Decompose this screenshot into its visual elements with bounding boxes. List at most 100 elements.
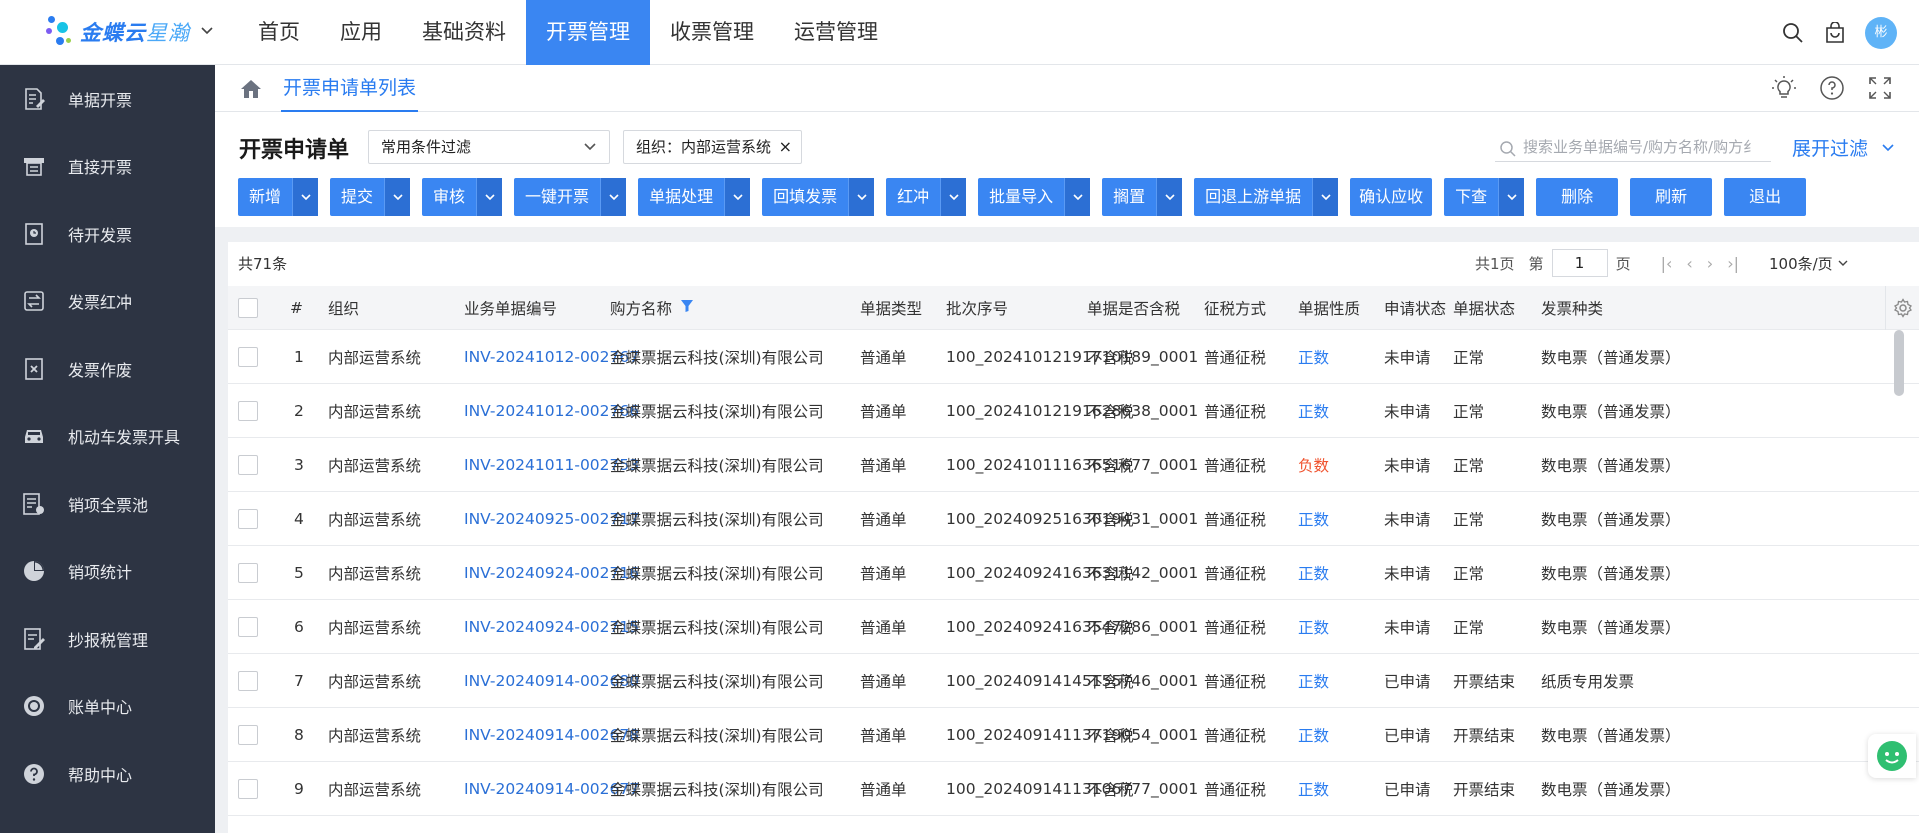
column-header[interactable]: 发票种类 (1541, 286, 1603, 329)
sidebar-item-10[interactable]: 帮助中心 (0, 740, 215, 808)
page-size-select[interactable]: 100条/页 (1769, 253, 1849, 274)
sidebar-item-0[interactable]: 单据开票 (0, 65, 215, 133)
brand-logo[interactable]: 金蝶云星瀚 (44, 10, 214, 54)
cell-tax-mode: 普通征税 (1204, 672, 1267, 691)
table-row[interactable]: 8 内部运营系统 INV-20240914-002678 金蝶票据云科技(深圳)有限公… (228, 708, 1919, 762)
sidebar-item-3[interactable]: 发票红冲 (0, 268, 215, 336)
filter-icon[interactable] (680, 299, 694, 317)
column-header[interactable]: 购方名称 (610, 286, 694, 329)
sidebar-item-6[interactable]: 销项全票池 (0, 470, 215, 538)
table-scrollbar[interactable] (1894, 330, 1904, 396)
nav-item-1[interactable]: 应用 (320, 0, 402, 65)
prev-page-icon[interactable]: ‹ (1686, 254, 1692, 273)
sidebar-item-1[interactable]: 直接开票 (0, 133, 215, 201)
toolbar-button-5[interactable]: 回填发票 (762, 178, 875, 216)
chevron-down-icon[interactable] (724, 178, 751, 216)
chevron-down-icon[interactable] (600, 178, 627, 216)
column-header[interactable]: 单据性质 (1298, 286, 1360, 329)
nav-item-4[interactable]: 收票管理 (650, 0, 774, 65)
lightbulb-icon[interactable] (1771, 75, 1797, 105)
next-page-icon[interactable]: › (1707, 254, 1713, 273)
sidebar-item-5[interactable]: 机动车发票开具 (0, 403, 215, 471)
search-icon[interactable] (1781, 21, 1805, 45)
close-icon[interactable]: × (779, 131, 792, 163)
sidebar-item-2[interactable]: 待开发票 (0, 200, 215, 268)
nav-item-0[interactable]: 首页 (238, 0, 320, 65)
first-page-icon[interactable]: |‹ (1661, 254, 1673, 273)
column-header[interactable]: 单据状态 (1453, 286, 1515, 329)
toolbar-button-1[interactable]: 提交 (330, 178, 411, 216)
column-header[interactable]: 单据是否含税 (1087, 286, 1180, 329)
toolbar-plain-button-0[interactable]: 删除 (1536, 178, 1619, 216)
help-circle-icon[interactable] (1819, 75, 1845, 105)
column-header[interactable]: 征税方式 (1204, 286, 1266, 329)
chevron-down-icon[interactable] (940, 178, 967, 216)
toolbar-button-0[interactable]: 新增 (238, 178, 319, 216)
chevron-down-icon[interactable] (384, 178, 411, 216)
toolbar-confirm-button[interactable]: 确认应收 (1350, 178, 1433, 216)
chevron-down-icon[interactable] (476, 178, 503, 216)
row-checkbox[interactable] (238, 454, 258, 475)
chevron-down-icon[interactable] (1312, 178, 1339, 216)
shopping-bag-icon[interactable] (1823, 21, 1847, 45)
table-row[interactable]: 9 内部运营系统 INV-20240914-002677 金蝶票据云科技(深圳)有限公… (228, 762, 1919, 816)
row-checkbox[interactable] (238, 616, 258, 637)
row-checkbox[interactable] (238, 346, 258, 367)
cell-buyer: 金蝶票据云科技(深圳)有限公司 (610, 456, 824, 475)
nav-item-5[interactable]: 运营管理 (774, 0, 898, 65)
settings-gear-icon[interactable] (1885, 286, 1919, 330)
chevron-down-icon[interactable] (292, 178, 319, 216)
column-header[interactable]: 单据类型 (860, 286, 922, 329)
nav-item-3[interactable]: 开票管理 (526, 0, 650, 65)
toolbar-drilldown-button[interactable]: 下查 (1444, 178, 1525, 216)
row-checkbox[interactable] (238, 508, 258, 529)
row-checkbox[interactable] (238, 778, 258, 799)
nav-item-2[interactable]: 基础资料 (402, 0, 526, 65)
common-filter-select[interactable]: 常用条件过滤 (368, 130, 610, 164)
chevron-down-icon[interactable] (848, 178, 875, 216)
column-header[interactable]: 业务单据编号 (464, 286, 557, 329)
toolbar-button-3[interactable]: 一键开票 (514, 178, 627, 216)
table-row[interactable]: 7 内部运营系统 INV-20240914-002680 金蝶票据云科技(深圳)有限公… (228, 654, 1919, 708)
chat-assistant-icon[interactable] (1868, 734, 1916, 778)
sidebar-item-9[interactable]: 账单中心 (0, 673, 215, 741)
chevron-down-icon[interactable] (1498, 178, 1525, 216)
search-input[interactable]: 搜索业务单据编号/购方名称/购方纟 (1495, 132, 1771, 162)
table-row[interactable]: 1 内部运营系统 INV-20241012-002767 金蝶票据云科技(深圳)有限公… (228, 330, 1919, 384)
chevron-down-icon[interactable] (200, 23, 214, 41)
row-checkbox[interactable] (238, 670, 258, 691)
expand-filter-button[interactable]: 展开过滤 (1792, 134, 1896, 161)
last-page-icon[interactable]: ›| (1727, 254, 1739, 273)
row-checkbox[interactable] (238, 400, 258, 421)
row-checkbox[interactable] (238, 562, 258, 583)
chevron-down-icon[interactable] (1156, 178, 1183, 216)
toolbar-button-2[interactable]: 审核 (422, 178, 503, 216)
chevron-down-icon[interactable] (1064, 178, 1091, 216)
table-row[interactable]: 2 内部运营系统 INV-20241012-002766 金蝶票据云科技(深圳)有限公… (228, 384, 1919, 438)
sidebar-item-8[interactable]: 抄报税管理 (0, 605, 215, 673)
sidebar-item-4[interactable]: 发票作废 (0, 335, 215, 403)
toolbar-button-9[interactable]: 回退上游单据 (1194, 178, 1339, 216)
column-header[interactable]: # (290, 286, 303, 329)
toolbar-plain-button-1[interactable]: 刷新 (1630, 178, 1713, 216)
toolbar-button-6[interactable]: 红冲 (886, 178, 967, 216)
user-avatar[interactable]: 彬 (1865, 16, 1897, 49)
table-row[interactable]: 3 内部运营系统 INV-20241011-002753 金蝶票据云科技(深圳)有限公… (228, 438, 1919, 492)
toolbar-button-8[interactable]: 搁置 (1102, 178, 1183, 216)
row-checkbox[interactable] (238, 724, 258, 745)
toolbar-button-7[interactable]: 批量导入 (978, 178, 1091, 216)
table-row[interactable]: 5 内部运营系统 INV-20240924-002716 金蝶票据云科技(深圳)有限公… (228, 546, 1919, 600)
select-all-checkbox[interactable] (238, 297, 258, 318)
page-number-input[interactable]: 1 (1551, 249, 1608, 277)
toolbar-plain-button-2[interactable]: 退出 (1724, 178, 1807, 216)
table-row[interactable]: 6 内部运营系统 INV-20240924-002715 金蝶票据云科技(深圳)有限公… (228, 600, 1919, 654)
fullscreen-icon[interactable] (1867, 75, 1893, 105)
column-header[interactable]: 申请状态 (1384, 286, 1446, 329)
column-header[interactable]: 批次序号 (946, 286, 1008, 329)
home-icon[interactable] (239, 77, 263, 105)
column-header[interactable]: 组织 (328, 286, 359, 329)
table-row[interactable]: 4 内部运营系统 INV-20240925-002717 金蝶票据云科技(深圳)有限公… (228, 492, 1919, 546)
sidebar-item-7[interactable]: 销项统计 (0, 538, 215, 606)
tab-invoice-request-list[interactable]: 开票申请单列表 (281, 65, 419, 112)
toolbar-button-4[interactable]: 单据处理 (638, 178, 751, 216)
